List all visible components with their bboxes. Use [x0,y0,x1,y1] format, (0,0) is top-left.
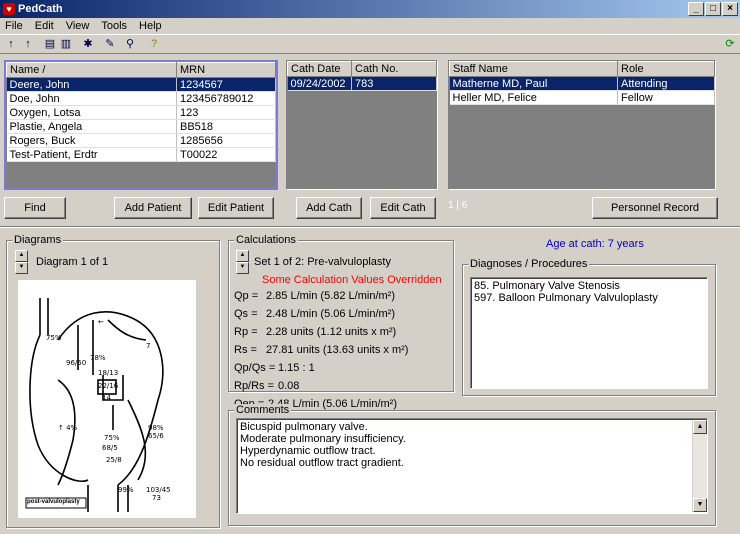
minimize-button[interactable]: _ [688,2,704,16]
document-icon[interactable]: ▤ [42,36,58,52]
svg-text:78%: 78% [90,354,106,362]
spin-up-icon: ▲ [236,250,249,262]
edit-cath-button[interactable]: Edit Cath [370,197,436,219]
staff-name-header[interactable]: Staff Name [449,61,618,77]
person-icon[interactable]: ✱ [80,36,96,52]
spin-up-icon: ▲ [15,250,28,262]
svg-text:99%: 99% [118,486,134,494]
menu-edit[interactable]: Edit [35,18,54,34]
table-row[interactable]: Oxygen, Lotsa 123 [6,105,276,120]
calc-row: Qp/Qs = 1.15 : 1 [234,362,315,374]
title-bar: PedCath [0,0,740,18]
edit-patient-button[interactable]: Edit Patient [198,197,274,219]
comment-line: No residual outflow tract gradient. [240,457,404,469]
svg-text:14: 14 [102,394,111,402]
heart-diagram-drawing: ← 7 75% 96/50 78% 18/13 22/16 14 ↑ 4% 75… [25,298,171,512]
scroll-up-icon[interactable]: ▲ [693,420,707,434]
personnel-record-button[interactable]: Personnel Record [592,197,718,219]
diagram-caption: post-valvuloplasty [27,499,80,505]
add-cath-button[interactable]: Add Cath [296,197,362,219]
menu-bar: File Edit View Tools Help [0,18,740,34]
menu-tools[interactable]: Tools [101,18,127,34]
up-arrow-icon[interactable]: ↑ [3,36,19,52]
menu-help[interactable]: Help [139,18,162,34]
calc-set-spinner[interactable]: ▲ ▼ [236,250,249,274]
svg-text:7: 7 [146,342,150,350]
up-arrow-star-icon[interactable]: ↑ [20,36,36,52]
separator [0,226,740,228]
menu-file[interactable]: File [5,18,23,34]
name-column-header[interactable]: Name / [6,62,177,78]
diagram-spinner[interactable]: ▲ ▼ [15,250,28,274]
comments-textarea[interactable]: Bicuspid pulmonary valve. Moderate pulmo… [236,418,708,514]
window-title: PedCath [18,3,63,15]
comment-line: Hyperdynamic outflow tract. [240,445,376,457]
svg-text:68/5: 68/5 [102,444,118,452]
svg-text:↑ 4%: ↑ 4% [58,424,78,432]
svg-text:96/50: 96/50 [66,359,86,367]
svg-text:22/16: 22/16 [98,382,119,390]
close-button[interactable]: × [722,2,738,16]
record-counter: 1 | 6 [448,200,468,211]
refresh-icon[interactable]: ⟳ [722,36,738,52]
staff-list[interactable]: Staff Name Role Matherne MD, Paul Attendin… [448,60,716,190]
add-patient-button[interactable]: Add Patient [114,197,192,219]
find-button[interactable]: Find [4,197,66,219]
document-list-icon[interactable]: ▥ [58,36,74,52]
binoculars-icon[interactable]: ⚲ [122,36,138,52]
diagram-counter: Diagram 1 of 1 [36,256,109,268]
calc-row: Qs = 2.48 L/min (5.06 L/min/m²) [234,308,395,320]
cath-no-header[interactable]: Cath No. [351,61,437,77]
comment-line: Bicuspid pulmonary valve. [240,421,368,433]
calc-row: Qp = 2.85 L/min (5.82 L/min/m²) [234,290,395,302]
scroll-down-icon[interactable]: ▼ [693,498,707,512]
table-row[interactable]: Rogers, Buck 1285656 [6,133,276,148]
comments-scrollbar[interactable]: ▲ ▼ [692,420,707,512]
override-warning: Some Calculation Values Overridden [262,274,442,286]
svg-text:98%: 98% [148,424,164,432]
cath-date-header[interactable]: Cath Date [287,61,352,77]
table-row[interactable]: 09/24/2002 783 [287,76,437,91]
diagnoses-list[interactable]: 85. Pulmonary Valve Stenosis 597. Balloo… [470,277,708,389]
patient-list[interactable]: Name / MRN Deere, John 1234567 Doe, John 12… [4,60,278,190]
role-header[interactable]: Role [617,61,715,77]
table-row[interactable]: Heller MD, Felice Fellow [449,90,715,105]
svg-text:73: 73 [152,494,161,502]
table-row[interactable]: Doe, John 123456789012 [6,91,276,106]
svg-text:←: ← [98,318,104,326]
svg-text:18/13: 18/13 [98,369,118,377]
comments-label: Comments [234,404,292,416]
comment-line: Moderate pulmonary insufficiency. [240,433,406,445]
table-row[interactable]: Matherne MD, Paul Attending [449,76,715,91]
calc-row: Rp = 2.28 units (1.12 units x m²) [234,326,397,338]
app-icon: ♥ [3,3,15,15]
edit-icon[interactable]: ✎ [102,36,118,52]
svg-text:75%: 75% [104,434,120,442]
svg-text:75%: 75% [46,334,62,342]
maximize-button[interactable]: □ [705,2,721,16]
table-row[interactable]: Deere, John 1234567 [6,77,276,92]
table-row[interactable]: Plastie, Angela BB518 [6,119,276,134]
diagrams-label: Diagrams [12,234,64,246]
menu-view[interactable]: View [66,18,90,34]
svg-text:25/8: 25/8 [106,456,122,464]
help-icon[interactable]: ? [146,36,162,52]
list-item[interactable]: 85. Pulmonary Valve Stenosis [474,280,704,292]
mrn-column-header[interactable]: MRN [176,62,276,78]
calculations-label: Calculations [234,234,298,246]
age-at-cath: Age at cath: 7 years [546,238,644,250]
cath-list[interactable]: Cath Date Cath No. 09/24/2002 783 [286,60,438,190]
calc-set-label: Set 1 of 2: Pre-valvuloplasty [254,256,391,268]
table-row[interactable]: Test-Patient, Erdtr T00022 [6,147,276,162]
diagnoses-label: Diagnoses / Procedures [468,258,590,270]
calc-row: Rs = 27.81 units (13.63 units x m²) [234,344,409,356]
calc-row: Rp/Rs = 0.08 [234,380,300,392]
svg-text:65/6: 65/6 [148,432,164,440]
spin-down-icon: ▼ [236,262,249,274]
heart-diagram[interactable]: ← 7 75% 96/50 78% 18/13 22/16 14 ↑ 4% 75… [18,280,196,518]
spin-down-icon: ▼ [15,262,28,274]
svg-text:103/45: 103/45 [146,486,171,494]
list-item[interactable]: 597. Balloon Pulmonary Valvuloplasty [474,292,704,304]
